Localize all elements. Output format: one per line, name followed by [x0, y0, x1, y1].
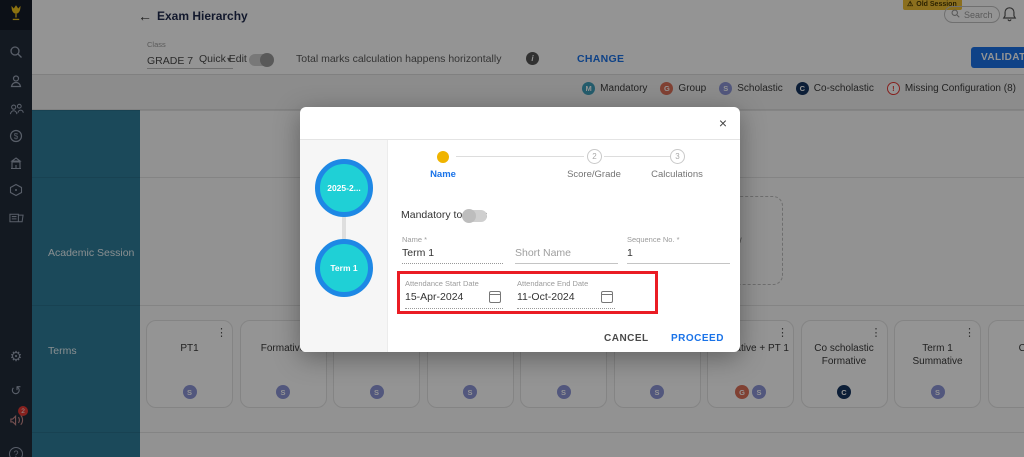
proceed-button[interactable]: PROCEED: [665, 332, 730, 345]
step2-label[interactable]: Score/Grade: [567, 169, 621, 180]
step2-circle[interactable]: 2: [587, 149, 602, 164]
modal-hierarchy-panel: 2025-2... Term 1: [300, 140, 388, 352]
app-screen: ← Exam Hierarchy ⚠ Old Session Search Cl…: [0, 0, 1024, 457]
close-icon[interactable]: ×: [719, 116, 727, 130]
name-field-value[interactable]: Term 1: [402, 244, 503, 264]
sequence-field-value[interactable]: 1: [627, 244, 730, 264]
step-connector: [604, 156, 670, 157]
step-connector: [456, 156, 584, 157]
sequence-field[interactable]: Sequence No. * 1: [627, 235, 730, 264]
sequence-field-label: Sequence No. *: [627, 235, 730, 244]
term-edit-modal: × 2025-2... Term 1 Name 2 Score/Grade 3 …: [300, 107, 740, 352]
step3-circle[interactable]: 3: [670, 149, 685, 164]
short-name-placeholder[interactable]: Short Name: [515, 244, 618, 264]
name-field[interactable]: Name * Term 1: [402, 235, 503, 264]
toggle-knob: [462, 209, 476, 223]
step1-label[interactable]: Name: [430, 169, 456, 180]
term-circle[interactable]: Term 1: [315, 239, 373, 297]
session-circle[interactable]: 2025-2...: [315, 159, 373, 217]
step1-dot[interactable]: [437, 151, 449, 163]
annotation-highlight-box: [397, 271, 658, 314]
step3-label[interactable]: Calculations: [651, 169, 703, 180]
mandatory-to-pass-toggle[interactable]: [463, 210, 487, 222]
name-field-label: Name *: [402, 235, 503, 244]
short-name-spacer: [515, 235, 618, 244]
cancel-button[interactable]: CANCEL: [598, 332, 655, 345]
short-name-field[interactable]: Short Name: [515, 235, 618, 264]
